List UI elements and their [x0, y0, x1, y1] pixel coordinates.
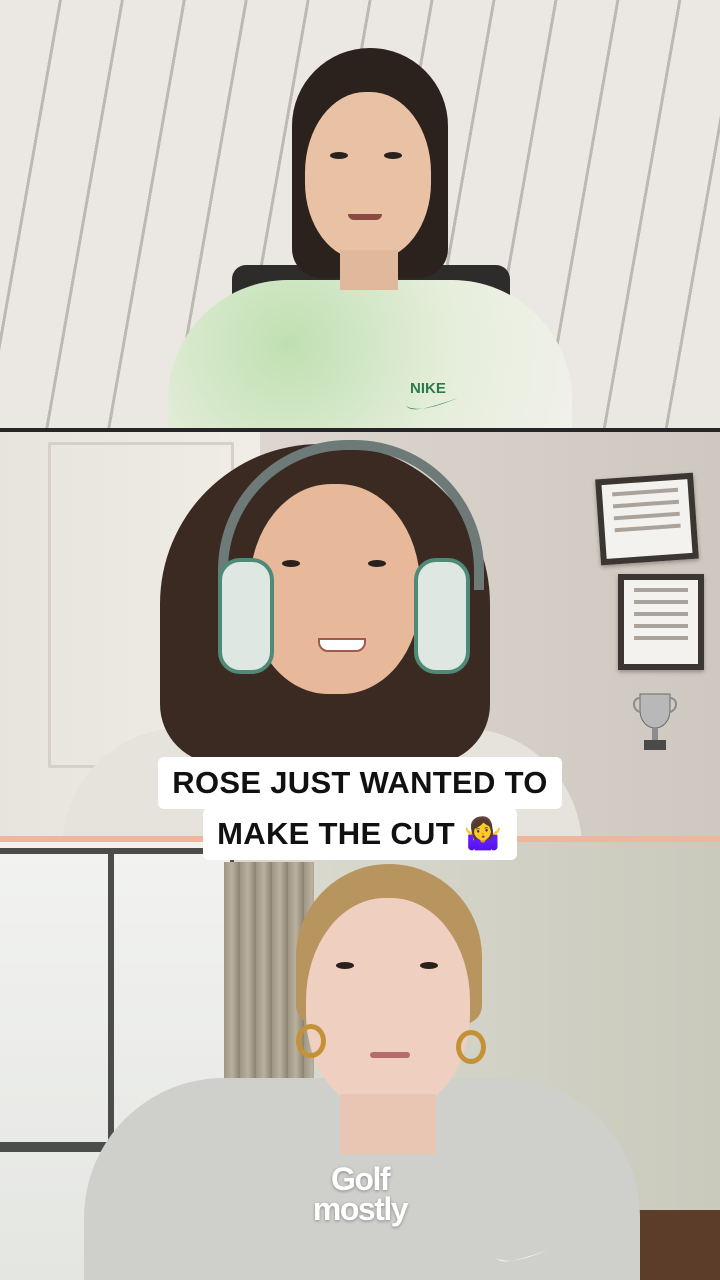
left-eye — [336, 962, 354, 969]
caption-line-1: ROSE JUST WANTED TO — [0, 757, 720, 809]
right-earring — [456, 1030, 486, 1064]
golf-mostly-logo: Golf mostly — [294, 1161, 426, 1227]
nike-swoosh-icon — [406, 398, 458, 410]
mouth — [370, 1052, 410, 1058]
right-eye — [384, 152, 402, 159]
face — [305, 92, 431, 260]
left-eye — [330, 152, 348, 159]
mouth — [318, 638, 366, 652]
face — [306, 898, 470, 1112]
participant-top: NIKE — [0, 0, 720, 428]
left-earring — [296, 1024, 326, 1058]
neck — [340, 250, 398, 290]
caption-text-1: ROSE JUST WANTED TO — [158, 757, 562, 809]
caption-text-2: MAKE THE CUT 🤷‍♀️ — [203, 808, 517, 860]
neck — [340, 1094, 436, 1154]
logo-text-golf: Golf — [331, 1161, 390, 1197]
logo-text-mostly: mostly — [312, 1191, 409, 1227]
right-eye — [420, 962, 438, 969]
caption-text-2-words: MAKE THE CUT — [217, 816, 455, 851]
headphone-left-cup — [218, 558, 274, 674]
caption-line-2: MAKE THE CUT 🤷‍♀️ — [0, 808, 720, 860]
torso — [168, 280, 572, 428]
mouth — [348, 214, 382, 220]
headphone-right-cup — [414, 558, 470, 674]
nike-swoosh-icon — [496, 1250, 548, 1262]
video-tile-top: NIKE — [0, 0, 720, 428]
shrug-emoji-icon: 🤷‍♀️ — [463, 816, 503, 851]
